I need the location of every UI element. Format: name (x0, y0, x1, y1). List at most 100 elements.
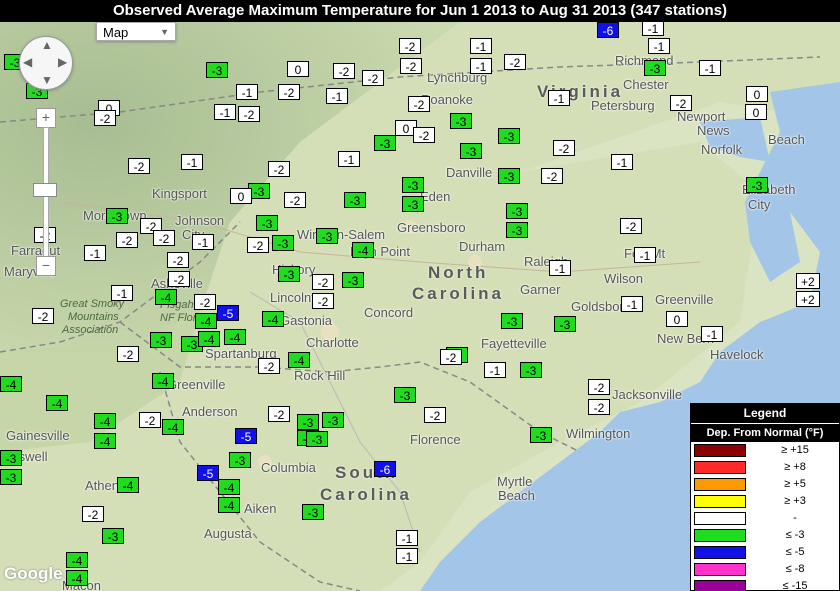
pan-right-icon[interactable]: ▶ (58, 55, 67, 69)
station-marker[interactable]: -2 (670, 95, 692, 111)
station-marker[interactable]: -2 (32, 308, 54, 324)
pan-left-icon[interactable]: ◀ (23, 55, 32, 69)
station-marker[interactable]: -1 (621, 296, 643, 312)
station-marker[interactable]: -2 (620, 218, 642, 234)
zoom-in-button[interactable]: + (36, 108, 56, 128)
station-marker[interactable]: -2 (312, 293, 334, 309)
map-type-dropdown[interactable]: Map ▼ (96, 22, 176, 41)
station-marker[interactable]: -4 (94, 433, 116, 449)
station-marker[interactable]: -4 (262, 311, 284, 327)
station-marker[interactable]: -2 (268, 406, 290, 422)
station-marker[interactable]: -2 (284, 192, 306, 208)
station-marker[interactable]: -3 (0, 469, 22, 485)
station-marker[interactable]: -2 (268, 161, 290, 177)
station-marker[interactable]: -2 (588, 379, 610, 395)
station-marker[interactable]: -3 (306, 431, 328, 447)
station-marker[interactable]: 0 (746, 86, 768, 102)
station-marker[interactable]: -1 (699, 60, 721, 76)
station-marker[interactable]: -4 (66, 570, 88, 586)
station-marker[interactable]: -2 (94, 110, 116, 126)
station-marker[interactable]: -3 (322, 412, 344, 428)
station-marker[interactable]: -6 (374, 461, 396, 477)
station-marker[interactable]: -2 (440, 349, 462, 365)
station-marker[interactable]: -2 (128, 158, 150, 174)
station-marker[interactable]: -1 (396, 548, 418, 564)
station-marker[interactable]: -1 (470, 38, 492, 54)
station-marker[interactable]: -2 (139, 412, 161, 428)
station-marker[interactable]: -4 (198, 331, 220, 347)
station-marker[interactable]: -3 (498, 168, 520, 184)
pan-control[interactable]: ▲ ▼ ◀ ▶ (19, 36, 73, 90)
pan-down-icon[interactable]: ▼ (41, 73, 53, 87)
station-marker[interactable]: -2 (168, 271, 190, 287)
station-marker[interactable]: -3 (374, 135, 396, 151)
station-marker[interactable]: -1 (701, 326, 723, 342)
station-marker[interactable]: -5 (217, 305, 239, 321)
station-marker[interactable]: -5 (235, 428, 257, 444)
station-marker[interactable]: -3 (450, 113, 472, 129)
station-marker[interactable]: -1 (326, 88, 348, 104)
station-marker[interactable]: -6 (597, 22, 619, 38)
station-marker[interactable]: 0 (666, 311, 688, 327)
station-marker[interactable]: +2 (796, 273, 820, 289)
station-marker[interactable]: -3 (344, 192, 366, 208)
station-marker[interactable]: -3 (302, 504, 324, 520)
station-marker[interactable]: -4 (162, 419, 184, 435)
station-marker[interactable]: -3 (272, 235, 294, 251)
station-marker[interactable]: -2 (194, 294, 216, 310)
station-marker[interactable]: -2 (333, 63, 355, 79)
station-marker[interactable]: -3 (342, 272, 364, 288)
station-marker[interactable]: +2 (796, 291, 820, 307)
station-marker[interactable]: -3 (316, 228, 338, 244)
station-marker[interactable]: -1 (470, 58, 492, 74)
station-marker[interactable]: -3 (256, 215, 278, 231)
station-marker[interactable]: -3 (102, 528, 124, 544)
station-marker[interactable]: -2 (312, 274, 334, 290)
station-marker[interactable]: -3 (402, 177, 424, 193)
station-marker[interactable]: -2 (400, 58, 422, 74)
zoom-out-button[interactable]: − (36, 256, 56, 276)
station-marker[interactable]: -1 (642, 20, 664, 36)
station-marker[interactable]: -1 (611, 154, 633, 170)
station-marker[interactable]: -1 (634, 247, 656, 263)
station-marker[interactable]: -3 (402, 196, 424, 212)
station-marker[interactable]: -3 (506, 222, 528, 238)
pan-up-icon[interactable]: ▲ (41, 38, 53, 52)
station-marker[interactable]: -2 (238, 106, 260, 122)
station-marker[interactable]: -3 (0, 450, 22, 466)
station-marker[interactable]: -1 (84, 245, 106, 261)
station-marker[interactable]: -4 (94, 413, 116, 429)
station-marker[interactable]: 0 (230, 188, 252, 204)
station-marker[interactable]: -3 (229, 452, 251, 468)
station-marker[interactable]: 0 (287, 61, 309, 77)
station-marker[interactable]: -4 (218, 479, 240, 495)
station-marker[interactable]: -1 (214, 104, 236, 120)
station-marker[interactable]: -2 (247, 237, 269, 253)
station-marker[interactable]: -1 (548, 90, 570, 106)
station-marker[interactable]: -4 (46, 395, 68, 411)
station-marker[interactable]: -4 (152, 373, 174, 389)
station-marker[interactable]: -1 (181, 154, 203, 170)
station-marker[interactable]: -2 (153, 230, 175, 246)
station-marker[interactable]: -3 (278, 266, 300, 282)
station-marker[interactable]: -2 (588, 399, 610, 415)
station-marker[interactable]: -1 (338, 151, 360, 167)
station-marker[interactable]: -2 (541, 168, 563, 184)
station-marker[interactable]: -4 (218, 497, 240, 513)
station-marker[interactable]: -1 (396, 530, 418, 546)
station-marker[interactable]: -3 (460, 143, 482, 159)
station-marker[interactable]: -3 (554, 316, 576, 332)
station-marker[interactable]: -4 (117, 477, 139, 493)
station-marker[interactable]: -3 (297, 414, 319, 430)
station-marker[interactable]: -1 (549, 260, 571, 276)
station-marker[interactable]: -3 (530, 427, 552, 443)
station-marker[interactable]: -2 (408, 96, 430, 112)
station-marker[interactable]: -2 (362, 70, 384, 86)
station-marker[interactable]: -3 (644, 60, 666, 76)
station-marker[interactable]: -2 (413, 127, 435, 143)
station-marker[interactable]: -4 (224, 329, 246, 345)
station-marker[interactable]: -5 (197, 465, 219, 481)
station-marker[interactable]: -3 (206, 62, 228, 78)
station-marker[interactable]: -3 (520, 362, 542, 378)
station-marker[interactable]: -2 (116, 232, 138, 248)
